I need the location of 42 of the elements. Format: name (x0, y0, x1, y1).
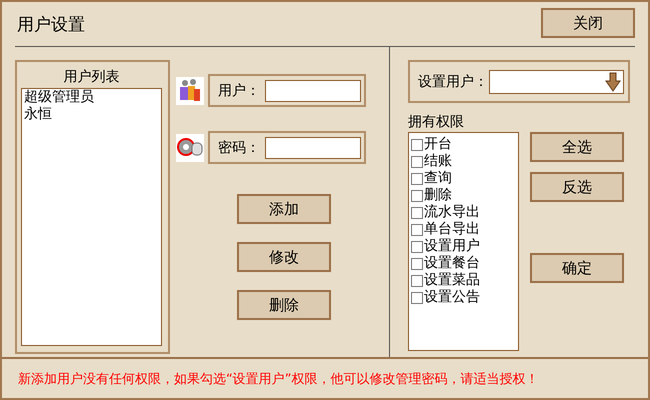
user-dropdown[interactable] (489, 70, 624, 94)
user-list-item[interactable]: 永恒 (22, 106, 52, 123)
checkbox[interactable] (411, 274, 423, 286)
checkbox[interactable] (411, 172, 423, 184)
field-label: 用户： (218, 82, 260, 100)
permission-item[interactable]: 单台导出 (411, 221, 518, 238)
select-button[interactable]: 反选 (530, 172, 624, 202)
input-field[interactable] (265, 80, 361, 102)
permission-item[interactable]: 设置菜品 (411, 272, 518, 289)
action-button[interactable]: 添加 (237, 194, 331, 224)
permission-item[interactable]: 设置公告 (411, 289, 518, 306)
window-title: 用户设置 (16, 14, 85, 36)
permission-item[interactable]: 查询 (411, 170, 518, 187)
checkbox[interactable] (411, 258, 423, 270)
user-list-title: 用户列表 (62, 68, 120, 86)
checkbox[interactable] (411, 292, 423, 304)
notice-text: 新添加用户没有任何权限，如果勾选“设置用户”权限，他可以修改管理密码，请适当授权！ (18, 370, 538, 388)
close-button[interactable]: 关闭 (541, 8, 635, 38)
checkbox[interactable] (411, 206, 423, 218)
checkbox[interactable] (411, 138, 423, 150)
action-button[interactable]: 删除 (237, 290, 331, 320)
set-user-label: 设置用户： (418, 72, 488, 90)
permission-item[interactable]: 删除 (411, 187, 518, 204)
user-list-item[interactable]: 超级管理员 (22, 89, 94, 106)
checkbox[interactable] (411, 240, 423, 252)
permissions-title: 拥有权限 (408, 113, 465, 131)
confirm-button[interactable]: 确定 (530, 253, 624, 283)
checkbox[interactable] (411, 190, 423, 202)
permission-item[interactable]: 结账 (411, 153, 518, 170)
permission-item[interactable]: 设置用户 (411, 238, 518, 255)
permission-item[interactable]: 开台 (411, 136, 518, 153)
checkbox[interactable] (411, 224, 423, 236)
field-label: 密码： (218, 138, 260, 156)
permission-item[interactable]: 设置餐台 (411, 255, 518, 272)
permission-item[interactable]: 流水导出 (411, 204, 518, 221)
key-icon (176, 134, 204, 162)
select-button[interactable]: 全选 (530, 132, 624, 162)
checkbox[interactable] (411, 156, 423, 168)
users-icon (176, 76, 204, 104)
action-button[interactable]: 修改 (237, 242, 331, 272)
down-arrow-icon (605, 72, 621, 92)
input-field[interactable] (265, 136, 361, 158)
